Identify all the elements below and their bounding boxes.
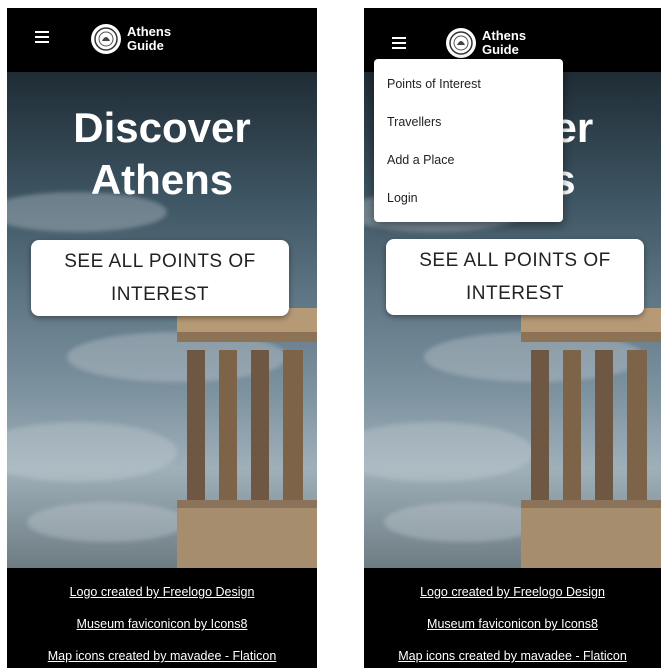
see-all-points-button[interactable]: SEE ALL POINTS OF INTEREST	[386, 239, 644, 315]
hero-title-line2: Athens	[90, 156, 234, 203]
athens-guide-logo-icon	[446, 28, 476, 58]
brand-line1: Athens	[482, 28, 527, 43]
athens-guide-logo-icon	[91, 24, 121, 54]
footer: Logo created by Freelogo Design Museum f…	[364, 568, 661, 668]
screen-default: Athens Guide Discover Athens SEE ALL POI…	[7, 8, 317, 668]
app-header: Athens Guide	[7, 8, 317, 72]
see-all-points-button[interactable]: SEE ALL POINTS OF INTEREST	[31, 240, 289, 316]
brand-line2: Guide	[127, 38, 164, 53]
menu-item-login[interactable]: Login	[374, 179, 563, 217]
footer-link-logo-credit[interactable]: Logo created by Freelogo Design	[7, 576, 317, 608]
screen-menu-open: Athens Guide Discover Athens SEE ALL POI…	[364, 8, 661, 668]
footer-link-map-icons-credit[interactable]: Map icons created by mavadee - Flaticon	[7, 640, 317, 668]
menu-item-travellers[interactable]: Travellers	[374, 103, 563, 141]
hero-section: Discover Athens SEE ALL POINTS OF INTERE…	[7, 72, 317, 568]
footer-link-museum-icon-credit[interactable]: Museum faviconicon by Icons8	[364, 608, 661, 640]
footer-link-map-icons-credit[interactable]: Map icons created by mavadee - Flaticon	[364, 640, 661, 668]
brand-line1: Athens	[127, 24, 172, 39]
brand-logo[interactable]: Athens Guide	[446, 28, 542, 58]
footer-link-museum-icon-credit[interactable]: Museum faviconicon by Icons8	[7, 608, 317, 640]
footer-link-logo-credit[interactable]: Logo created by Freelogo Design	[364, 576, 661, 608]
hero-title-line1: Discover	[73, 104, 251, 151]
brand-name: Athens Guide	[482, 29, 542, 57]
hamburger-menu-icon[interactable]	[392, 37, 406, 49]
menu-item-points-of-interest[interactable]: Points of Interest	[374, 65, 563, 103]
footer: Logo created by Freelogo Design Museum f…	[7, 568, 317, 668]
brand-line2: Guide	[482, 42, 519, 57]
hero-title: Discover Athens	[7, 102, 317, 206]
brand-logo[interactable]: Athens Guide	[91, 24, 187, 54]
menu-item-add-a-place[interactable]: Add a Place	[374, 141, 563, 179]
brand-name: Athens Guide	[127, 25, 187, 53]
nav-dropdown-menu: Points of Interest Travellers Add a Plac…	[374, 59, 563, 222]
hamburger-menu-icon[interactable]	[35, 31, 49, 43]
